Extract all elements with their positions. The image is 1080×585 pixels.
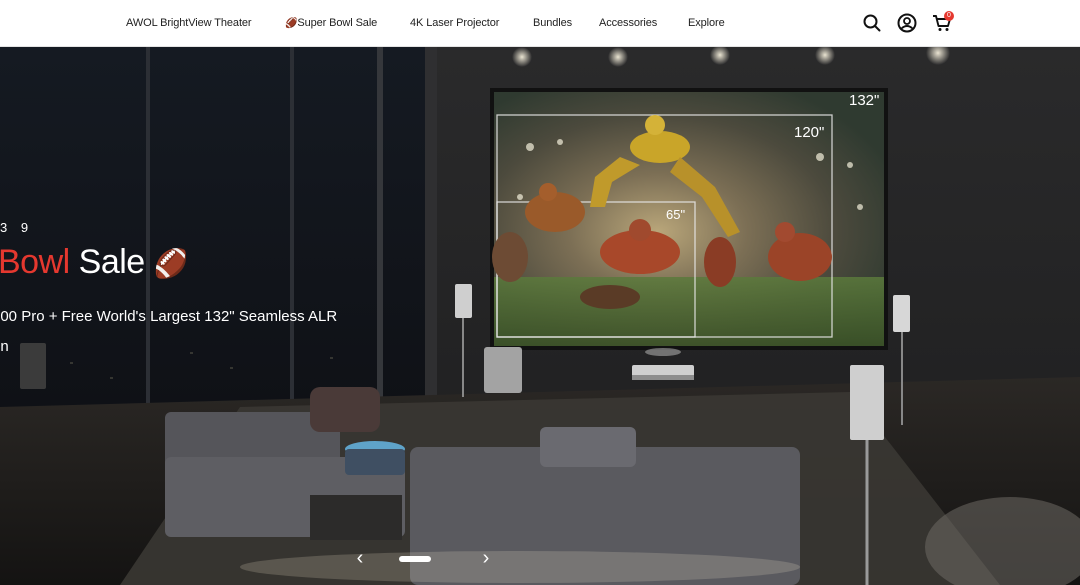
football-icon: 🏈 [285, 18, 298, 29]
screen-size-label-120: 120" [794, 124, 825, 141]
cart-icon[interactable]: 0 [931, 11, 954, 34]
hero-banner[interactable]: 3 9 Bowl Sale 🏈 500 Pro + Free World's L… [0, 47, 1080, 585]
hero-title: Bowl Sale 🏈 [0, 243, 189, 282]
screen-size-label-132: 132" [849, 92, 880, 109]
nav-item-bundles[interactable]: Bundles [533, 17, 572, 29]
nav-item-4k-laser-projector[interactable]: 4K Laser Projector [410, 17, 499, 29]
nav-item-accessories[interactable]: Accessories [599, 17, 657, 29]
football-icon: 🏈 [153, 248, 189, 279]
hero-subtitle-line1: 500 Pro + Free World's Largest 132" Seam… [0, 308, 338, 325]
hero-title-accent: Bowl [0, 243, 70, 281]
nav-item-super-bowl-sale[interactable]: 🏈Super Bowl Sale [285, 17, 377, 29]
hero-title-rest: Sale [78, 243, 146, 281]
nav-item-explore[interactable]: Explore [688, 17, 725, 29]
screen-size-label-65: 65" [666, 207, 686, 222]
hero-subtitle-line2: en [0, 338, 9, 355]
main-nav: AWOL BrightView Theater 🏈Super Bowl Sale… [0, 0, 1080, 47]
site-header: AWOL BrightView Theater 🏈Super Bowl Sale… [0, 0, 1080, 47]
account-icon[interactable] [896, 12, 918, 34]
chevron-right-icon[interactable]: › [476, 545, 496, 571]
cart-count-badge: 0 [944, 11, 954, 21]
carousel-indicator-active[interactable] [399, 556, 431, 562]
chevron-left-icon[interactable]: ‹ [350, 545, 370, 571]
hero-subtitle: 500 Pro + Free World's Largest 132" Seam… [0, 302, 392, 362]
nav-item-label: Super Bowl Sale [297, 17, 378, 29]
search-icon[interactable] [861, 12, 883, 34]
hero-date: 3 9 [0, 220, 34, 235]
nav-item-brightview-theater[interactable]: AWOL BrightView Theater [126, 17, 252, 29]
